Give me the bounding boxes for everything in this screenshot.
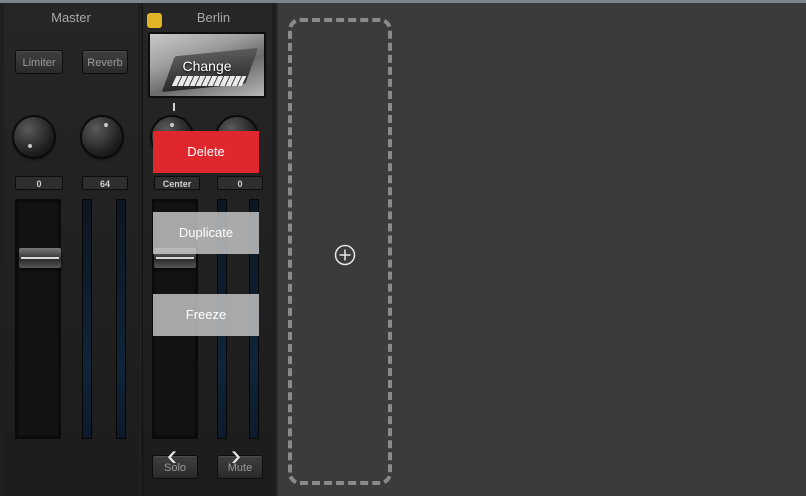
master-knob2-value: 64 — [82, 176, 128, 190]
track-title: Berlin — [196, 10, 231, 25]
previous-track-icon[interactable]: ‹ — [167, 439, 177, 473]
master-title: Master — [51, 10, 91, 25]
master-knob1-value: 0 — [15, 176, 63, 190]
track-workspace — [276, 3, 806, 496]
master-meter-right — [116, 199, 126, 439]
master-meter-left — [82, 199, 92, 439]
track-send-value: 0 — [217, 176, 263, 190]
master-pan-knob[interactable] — [14, 117, 54, 157]
limiter-button[interactable]: Limiter — [15, 50, 63, 74]
mixer-panel: Master Limiter Reverb 0 64 Berlin Change… — [0, 3, 276, 496]
master-volume-knob[interactable] — [82, 117, 122, 157]
plus-circle-icon[interactable] — [334, 244, 356, 266]
delete-menu-item[interactable]: Delete — [153, 131, 259, 173]
next-track-icon[interactable]: › — [231, 439, 241, 473]
master-channel-strip: Master Limiter Reverb 0 64 — [4, 3, 138, 496]
pan-center-tick — [173, 103, 175, 111]
duplicate-menu-item[interactable]: Duplicate — [153, 212, 259, 254]
reverb-button[interactable]: Reverb — [82, 50, 128, 74]
add-track-dropzone[interactable] — [288, 18, 392, 485]
track-pan-value: Center — [154, 176, 200, 190]
master-fader-track[interactable] — [15, 199, 61, 439]
master-fader-handle[interactable] — [19, 248, 61, 268]
instrument-thumbnail[interactable]: Change — [148, 32, 266, 98]
change-instrument-button[interactable]: Change — [150, 34, 264, 96]
freeze-menu-item[interactable]: Freeze — [153, 294, 259, 336]
